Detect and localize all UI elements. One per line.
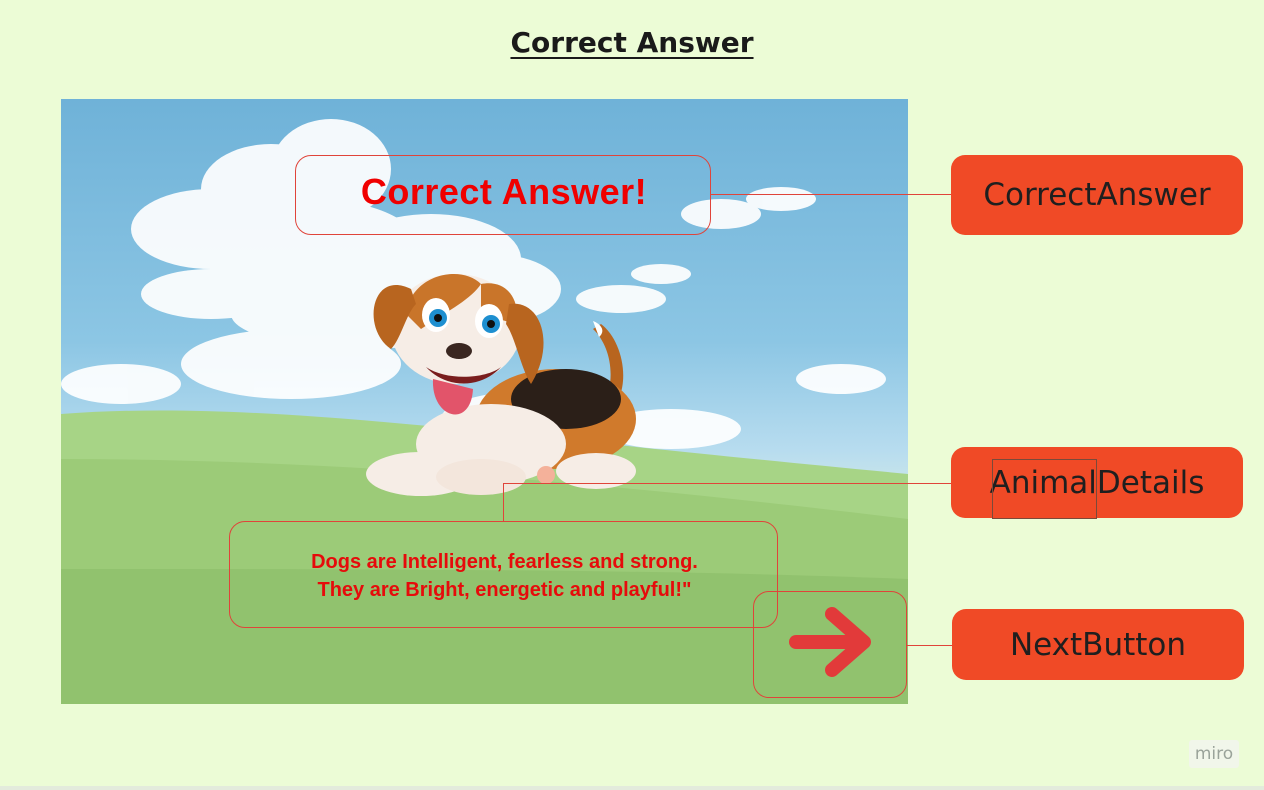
- details-line-2: They are Bright, energetic and playful!": [317, 579, 692, 601]
- correct-answer-text: Correct Answer!: [360, 171, 648, 212]
- next-button[interactable]: [753, 591, 907, 698]
- right-arrow-icon: [789, 607, 871, 677]
- miro-watermark: miro: [1189, 740, 1239, 768]
- correct-answer-box: Correct Answer!: [295, 155, 711, 235]
- bottom-divider: [0, 786, 1264, 790]
- connector-animal-details: [503, 483, 951, 484]
- connector-animal-details-vertical: [503, 483, 504, 521]
- correct-answer-label[interactable]: CorrectAnswer: [951, 155, 1243, 235]
- page-title: Correct Answer: [510, 26, 754, 59]
- connector-next-button: [907, 645, 952, 646]
- next-button-label[interactable]: NextButton: [952, 609, 1244, 680]
- details-line-1: Dogs are Intelligent, fearless and stron…: [311, 551, 698, 573]
- text-selection-outline: [992, 459, 1097, 519]
- animal-details-text: Dogs are Intelligent, fearless and stron…: [230, 548, 779, 604]
- animal-details-box: Dogs are Intelligent, fearless and stron…: [229, 521, 778, 628]
- connector-correct-answer: [711, 194, 951, 195]
